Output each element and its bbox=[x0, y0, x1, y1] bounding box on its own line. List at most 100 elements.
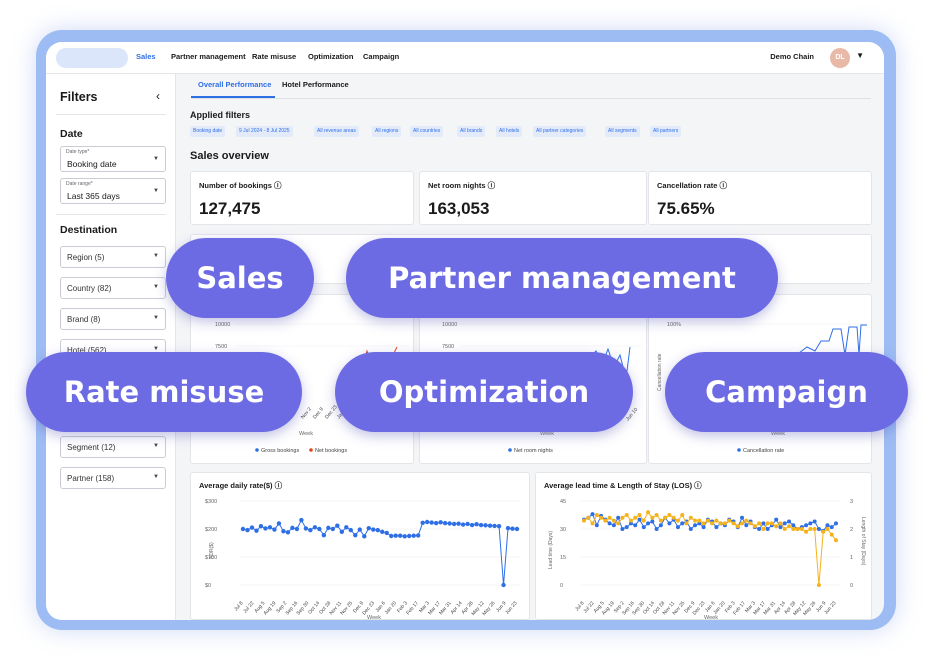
adr-data-point bbox=[380, 529, 385, 534]
adr-data-point bbox=[411, 533, 416, 538]
avatar[interactable]: DL bbox=[830, 48, 850, 68]
partner-dropdown[interactable]: Partner (158) ▼ bbox=[60, 467, 166, 489]
lead-time-point bbox=[834, 521, 838, 526]
los-point bbox=[663, 515, 668, 520]
lead-time-point bbox=[714, 525, 719, 530]
overlay-pill-sales[interactable]: Sales bbox=[166, 238, 314, 318]
los-point bbox=[825, 527, 830, 531]
chevron-down-icon: ▼ bbox=[153, 253, 159, 259]
date-type-select[interactable]: Date type* Booking date ▼ bbox=[60, 146, 166, 172]
lead-time-point bbox=[624, 525, 629, 530]
los-point bbox=[654, 513, 659, 517]
account-name[interactable]: Demo Chain bbox=[770, 52, 814, 61]
country-dropdown[interactable]: Country (82) ▼ bbox=[60, 277, 166, 299]
x-tick-label: Feb 17 bbox=[405, 600, 420, 616]
adr-data-point bbox=[447, 521, 452, 526]
adr-data-point bbox=[496, 524, 502, 529]
date-heading: Date bbox=[60, 128, 83, 140]
nav-sales[interactable]: Sales bbox=[136, 52, 156, 61]
y-tick-label-left: 45 bbox=[560, 499, 566, 505]
lead-time-point bbox=[611, 523, 616, 528]
filter-chip[interactable]: 9 Jul 2024 - 8 Jul 2025 bbox=[236, 126, 293, 137]
los-point bbox=[778, 521, 783, 526]
y-tick-label-right: 3 bbox=[850, 499, 853, 505]
x-axis-label: Week bbox=[299, 431, 313, 437]
overlay-pill-optimization[interactable]: Optimization bbox=[335, 352, 633, 432]
tab-hotel-performance[interactable]: Hotel Performance bbox=[282, 80, 349, 89]
los-point bbox=[582, 518, 586, 523]
nav-campaign[interactable]: Campaign bbox=[363, 52, 399, 61]
sidebar-title: Filters bbox=[60, 90, 98, 104]
brand-dropdown[interactable]: Brand (8) ▼ bbox=[60, 308, 166, 330]
adr-data-point bbox=[393, 533, 398, 538]
tab-overall-performance[interactable]: Overall Performance bbox=[198, 80, 271, 89]
y-axis-label: Cancellation rate bbox=[657, 353, 663, 391]
overlay-pill-campaign[interactable]: Campaign bbox=[665, 352, 908, 432]
los-point bbox=[727, 518, 732, 523]
los-point bbox=[791, 527, 796, 531]
region-dropdown[interactable]: Region (5) ▼ bbox=[60, 246, 166, 268]
los-point bbox=[808, 527, 813, 531]
adr-data-point bbox=[438, 520, 443, 525]
y-tick-label: 10000 bbox=[442, 322, 457, 328]
filter-chip[interactable]: All hotels bbox=[496, 126, 523, 137]
los-point bbox=[675, 518, 680, 523]
legend-swatch bbox=[737, 448, 741, 452]
los-point bbox=[812, 527, 817, 531]
los-point bbox=[594, 513, 599, 517]
los-point bbox=[769, 521, 774, 526]
sales-overview-title: Sales overview bbox=[190, 150, 269, 162]
kpi-value: 163,053 bbox=[428, 199, 490, 218]
adr-data-point bbox=[389, 533, 394, 539]
nav-rate-misuse[interactable]: Rate misuse bbox=[252, 52, 296, 61]
legend-swatch bbox=[508, 448, 512, 452]
adr-data-point bbox=[317, 526, 322, 532]
adr-data-point bbox=[281, 529, 286, 534]
adr-data-point bbox=[406, 533, 412, 539]
adr-data-point bbox=[433, 520, 439, 526]
adr-data-point bbox=[249, 525, 255, 530]
lead-time-point bbox=[825, 523, 830, 528]
filter-chip[interactable]: Booking date bbox=[190, 126, 226, 137]
filter-chip[interactable]: All regions bbox=[372, 126, 402, 137]
date-range-select[interactable]: Date range* Last 365 days ▼ bbox=[60, 178, 166, 204]
los-point bbox=[757, 521, 762, 526]
lead-time-point bbox=[804, 523, 809, 528]
date-type-value: Booking date bbox=[67, 159, 117, 169]
lead-time-point bbox=[646, 521, 651, 526]
segment-dropdown[interactable]: Segment (12) ▼ bbox=[60, 436, 166, 458]
overlay-pill-rate-misuse[interactable]: Rate misuse bbox=[26, 352, 302, 432]
destination-heading: Destination bbox=[60, 224, 118, 236]
filter-chip[interactable]: All revenue areas bbox=[314, 126, 359, 137]
los-point bbox=[752, 524, 757, 529]
los-point bbox=[787, 524, 792, 529]
x-tick-label: Jan 20 bbox=[384, 600, 398, 616]
adr-data-point bbox=[483, 523, 488, 528]
chevron-down-icon: ▼ bbox=[153, 443, 159, 449]
collapse-chevron-icon[interactable]: ‹ bbox=[156, 89, 160, 103]
kpi-card-bookings: Number of bookings ⓘ 127,475 bbox=[190, 171, 414, 225]
lead-time-point bbox=[607, 521, 612, 526]
adr-data-point bbox=[375, 527, 380, 533]
filter-chip[interactable]: All partner categories bbox=[533, 126, 587, 137]
filter-chip[interactable]: All countries bbox=[410, 126, 444, 137]
filter-chip[interactable]: All segments bbox=[605, 126, 640, 137]
y-tick-label: 10000 bbox=[215, 322, 230, 328]
x-tick-label: Jun 23 bbox=[823, 600, 837, 616]
filter-chip[interactable]: All partners bbox=[650, 126, 682, 137]
nav-optimization[interactable]: Optimization bbox=[308, 52, 353, 61]
los-point bbox=[816, 583, 821, 587]
lead-time-point bbox=[680, 521, 685, 526]
adr-data-point bbox=[357, 527, 362, 532]
filter-chip[interactable]: All brands bbox=[457, 126, 486, 137]
adr-data-point bbox=[254, 528, 259, 533]
los-point bbox=[628, 518, 633, 523]
y-tick-label-right: 1 bbox=[850, 555, 853, 561]
nav-partner-management[interactable]: Partner management bbox=[171, 52, 246, 61]
account-menu-caret-icon[interactable]: ▼ bbox=[856, 51, 864, 60]
overlay-pill-partner-management[interactable]: Partner management bbox=[346, 238, 778, 318]
los-point bbox=[795, 527, 800, 531]
dropdown-label: Country (82) bbox=[67, 284, 112, 293]
y-tick-label-left: 15 bbox=[560, 555, 566, 561]
adr-data-point bbox=[460, 522, 466, 527]
